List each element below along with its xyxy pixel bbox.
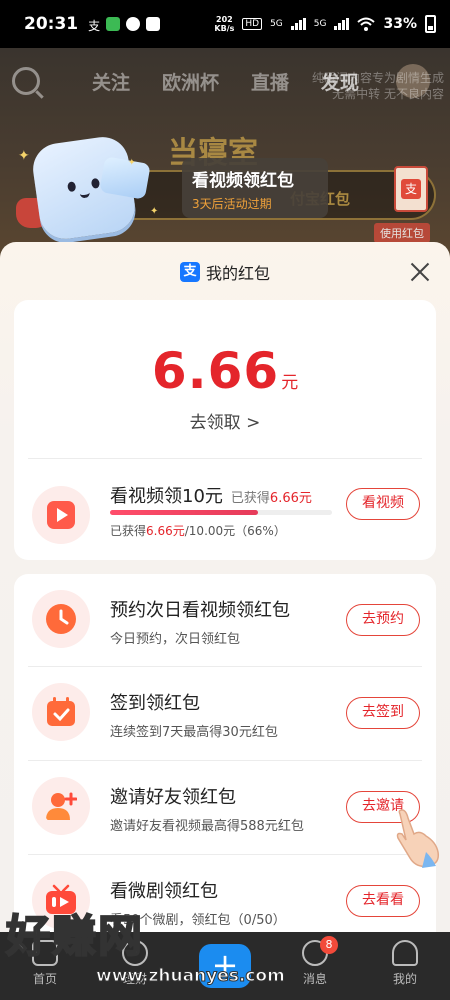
profile-icon bbox=[392, 940, 418, 966]
hd-badge: HD bbox=[242, 18, 263, 30]
background-video-page: 关注 欧洲杯 直播 发现 纯瞬间内容专为剧情生成 无需中转 无不良内容 当寝室 … bbox=[0, 48, 450, 258]
search-icon[interactable] bbox=[12, 67, 40, 95]
balance-card: 6.66 元 去领取 > 看视频领10元 已获得6.66元 已获得6.66元/10.… bbox=[14, 300, 436, 560]
site-watermark: 好赚网 bbox=[5, 910, 144, 963]
video-overlay-text: 纯瞬间内容专为剧情生成 无需中转 无不良内容 bbox=[311, 71, 444, 101]
progress-text: 已获得6.66元/10.00元（66%） bbox=[110, 524, 286, 538]
add-friend-icon bbox=[46, 792, 77, 820]
redpacket-thumbnail[interactable]: 支 bbox=[394, 166, 428, 212]
watch-drama-button[interactable]: 去看看 bbox=[346, 885, 420, 917]
status-indicators: 202 KB/s HD 5G 5G 33% bbox=[214, 15, 436, 33]
sheet-header: 支 我的红包 bbox=[0, 242, 450, 302]
task-subtitle: 今日预约，次日领红包 bbox=[110, 632, 241, 647]
earned-inline: 已获得6.66元 bbox=[230, 491, 312, 506]
task-title: 签到领红包 bbox=[110, 693, 200, 714]
task-subtitle: 邀请好友看视频最高得588元红包 bbox=[110, 819, 304, 834]
clock-icon bbox=[46, 604, 76, 634]
tab-follow[interactable]: 关注 bbox=[92, 68, 130, 95]
video-task-row: 看视频领10元 已获得6.66元 已获得6.66元/10.00元（66%） 看视频 bbox=[14, 470, 436, 562]
progress-fill bbox=[110, 510, 258, 515]
app-status-icon bbox=[126, 17, 141, 31]
status-app-icons: 支 bbox=[88, 17, 161, 33]
tab-euro-cup[interactable]: 欧洲杯 bbox=[162, 68, 219, 95]
signal-icon bbox=[290, 18, 306, 30]
toast-title: 看视频领红包 bbox=[192, 171, 294, 191]
wifi-icon bbox=[357, 17, 376, 31]
alipay-status-icon: 支 bbox=[88, 19, 101, 33]
task-row-invite: 邀请好友领红包 邀请好友看视频最高得588元红包 去邀请 bbox=[14, 761, 436, 853]
play-icon bbox=[47, 501, 75, 529]
message-badge: 8 bbox=[320, 936, 338, 954]
network-speed: 202 KB/s bbox=[214, 15, 235, 33]
tab-live[interactable]: 直播 bbox=[251, 68, 289, 95]
battery-percent: 33% bbox=[383, 16, 417, 32]
calendar-icon-wrap bbox=[32, 683, 90, 741]
video-redpacket-toast[interactable]: 看视频领红包 3天后活动过期 bbox=[182, 158, 328, 218]
signal-icon bbox=[334, 18, 350, 30]
tab-me[interactable]: 我的 bbox=[360, 932, 450, 1000]
sheet-title: 我的红包 bbox=[205, 264, 270, 283]
status-bar: 20:31 支 202 KB/s HD 5G 5G 33% bbox=[0, 0, 450, 48]
task-title: 邀请好友领红包 bbox=[110, 787, 236, 808]
my-redpacket-sheet: 支 我的红包 6.66 元 去领取 > 看视频领10元 已获得6.66元 已获得… bbox=[0, 242, 450, 932]
reserve-button[interactable]: 去预约 bbox=[346, 604, 420, 636]
close-icon[interactable] bbox=[410, 262, 430, 282]
play-icon-wrap bbox=[32, 486, 90, 544]
screen-icon bbox=[99, 156, 151, 200]
sparkle-icon: ✦ bbox=[128, 158, 136, 168]
sparkle-icon: ✦ bbox=[150, 206, 159, 217]
status-time: 20:31 bbox=[24, 14, 79, 34]
progress-bar bbox=[110, 510, 332, 515]
balance-amount: 6.66 元 bbox=[14, 342, 436, 400]
clock-icon-wrap bbox=[32, 590, 90, 648]
use-redpacket-tag[interactable]: 使用红包 bbox=[374, 223, 430, 243]
task-row-checkin: 签到领红包 连续签到7天最高得30元红包 去签到 bbox=[14, 667, 436, 759]
task-subtitle: 连续签到7天最高得30元红包 bbox=[110, 725, 278, 740]
toast-subtitle: 3天后活动过期 bbox=[192, 197, 272, 211]
video-task-title: 看视频领10元 已获得6.66元 bbox=[110, 486, 312, 507]
net-type-1: 5G bbox=[270, 19, 283, 29]
checkin-button[interactable]: 去签到 bbox=[346, 697, 420, 729]
pointing-hand-icon bbox=[396, 809, 440, 868]
battery-icon bbox=[425, 15, 436, 33]
sparkle-icon: ✦ bbox=[18, 148, 30, 164]
watch-video-button[interactable]: 看视频 bbox=[346, 488, 420, 520]
task-title: 预约次日看视频领红包 bbox=[110, 600, 290, 621]
alipay-logo-icon: 支 bbox=[179, 262, 200, 282]
task-row-reserve: 预约次日看视频领红包 今日预约，次日领红包 去预约 bbox=[14, 574, 436, 666]
site-watermark-url: www.zhuanyes.com bbox=[96, 966, 286, 987]
add-friend-icon-wrap bbox=[32, 777, 90, 835]
calendar-check-icon bbox=[47, 697, 75, 726]
amount-value: 6.66 bbox=[151, 342, 280, 400]
app-status-icon bbox=[106, 17, 121, 31]
tasks-card: 预约次日看视频领红包 今日预约，次日领红包 去预约 签到领红包 连续签到7天最高… bbox=[14, 574, 436, 932]
divider bbox=[28, 458, 422, 459]
net-type-2: 5G bbox=[313, 19, 327, 29]
claim-link[interactable]: 去领取 > bbox=[14, 408, 436, 433]
amount-unit: 元 bbox=[281, 373, 299, 393]
map-status-icon bbox=[146, 17, 161, 31]
